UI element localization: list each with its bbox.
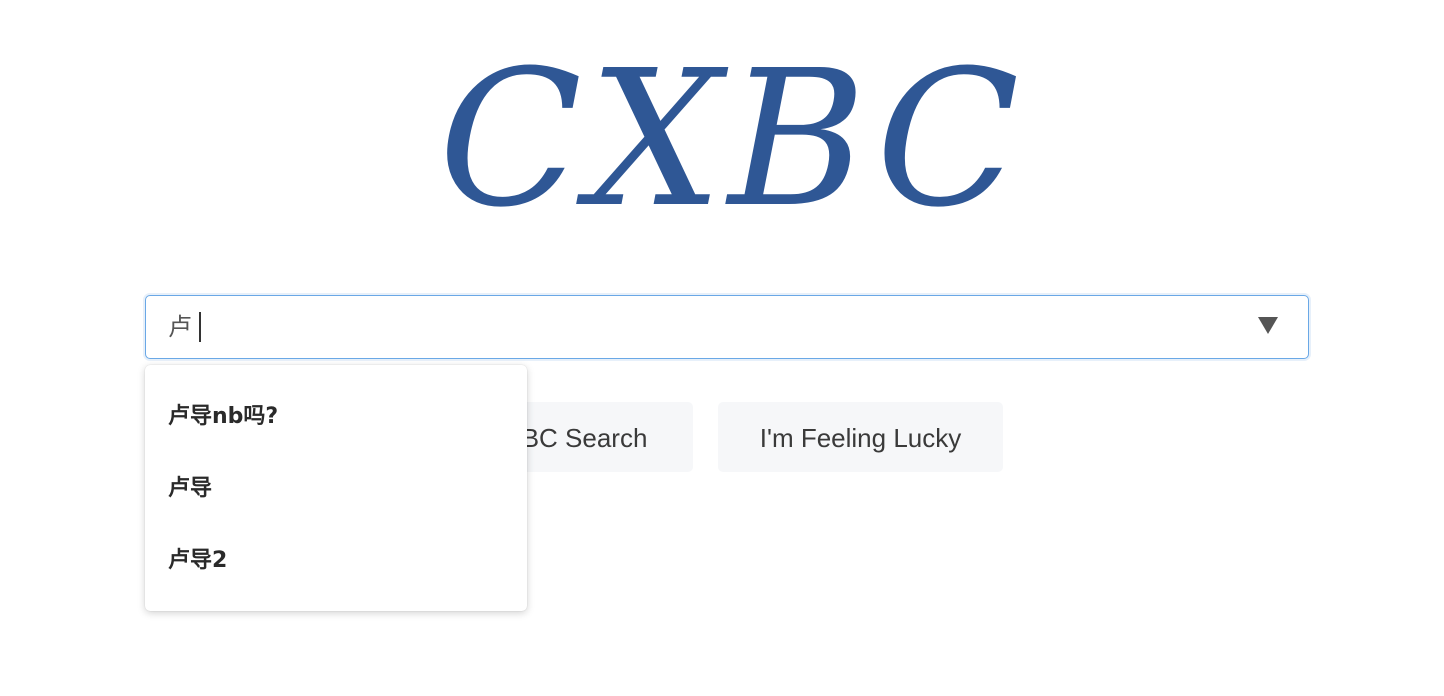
suggestion-item[interactable]: 卢导 — [145, 453, 527, 525]
feeling-lucky-button[interactable]: I'm Feeling Lucky — [718, 402, 1003, 472]
autocomplete-suggestions: 卢导nb吗? 卢导 卢导2 — [145, 365, 527, 611]
suggestion-item[interactable]: 卢导2 — [145, 525, 527, 597]
search-input[interactable] — [168, 296, 1248, 358]
search-box[interactable] — [145, 295, 1309, 359]
suggestion-item[interactable]: 卢导nb吗? — [145, 381, 527, 453]
text-caret — [199, 312, 201, 342]
triangle-down-icon[interactable] — [1258, 317, 1278, 334]
logo: CXBC — [438, 30, 1026, 249]
page: CXBC CXBC Search I'm Feeling Lucky 卢导nb吗… — [0, 0, 1444, 696]
